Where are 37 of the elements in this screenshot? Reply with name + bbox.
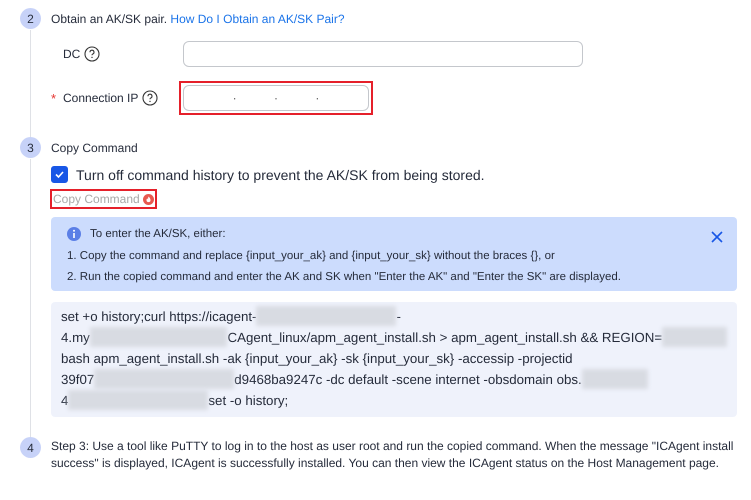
command-text: CAgent_linux/apm_agent_install.sh > apm_agent_install.sh && REGION= — [227, 329, 662, 347]
ip-separator: · — [232, 91, 237, 105]
ip-separator: · — [315, 91, 320, 105]
command-text: set -o history; — [208, 392, 288, 410]
checkbox[interactable] — [51, 166, 68, 183]
info-text: 1. Copy the command and replace {input_your_ak} and {input_your_sk} without the braces {}, or — [67, 250, 556, 262]
info-title: To enter the AK/SK, either: — [90, 228, 226, 240]
checkbox-label: Turn off command history to prevent the AK/SK from being stored. — [76, 166, 485, 182]
info-text: 2. Run the copied command and enter the AK and SK when "Enter the AK" and "Enter the SK" are displayed. — [67, 271, 622, 283]
step-number: 4 — [20, 437, 41, 458]
flame-icon — [142, 194, 154, 204]
step-number: 2 — [20, 8, 41, 29]
step-number: 3 — [20, 137, 41, 158]
command-text: set +o history;curl https://icagent- — [61, 308, 256, 326]
field-label: DC — [63, 47, 80, 61]
help-icon[interactable] — [142, 90, 158, 106]
step-title: Obtain an AK/SK pair. How Do I Obtain an AK/SK Pair? — [51, 11, 346, 27]
step-description: Step 3: Use a tool like PuTTY to log in to the host as user root and run the copied command. When the message "ICAgent install success" is displayed, ICAgent is successfully installed. You can then view the ICAgent status on the Host Management page. — [51, 438, 734, 472]
info-icon — [67, 227, 81, 241]
command-text: d9468ba9247c -dc default -scene internet -obsdomain obs. — [234, 371, 582, 389]
command-text: 4 — [61, 392, 68, 410]
redacted-block — [662, 327, 727, 347]
help-icon[interactable] — [84, 46, 100, 62]
input-field[interactable] — [183, 41, 583, 67]
required-mark: * — [51, 90, 58, 106]
field-label: Connection IP — [63, 91, 138, 105]
help-link[interactable]: How Do I Obtain an AK/SK Pair? — [170, 12, 345, 26]
checkmark-icon — [54, 169, 65, 180]
command-text: 4.my — [61, 329, 90, 347]
ip-address-field[interactable]: · · · — [183, 85, 369, 111]
command-text: bash apm_agent_install.sh -ak {input_your_ak} -sk {input_your_sk} -accessip -projectid — [61, 350, 572, 368]
ip-separator: · — [274, 91, 278, 105]
step-title: Copy Command — [51, 140, 139, 156]
command-text: - — [396, 308, 401, 326]
command-text: 39f07 — [61, 371, 94, 389]
close-icon[interactable] — [711, 231, 723, 243]
redacted-block — [582, 369, 648, 389]
